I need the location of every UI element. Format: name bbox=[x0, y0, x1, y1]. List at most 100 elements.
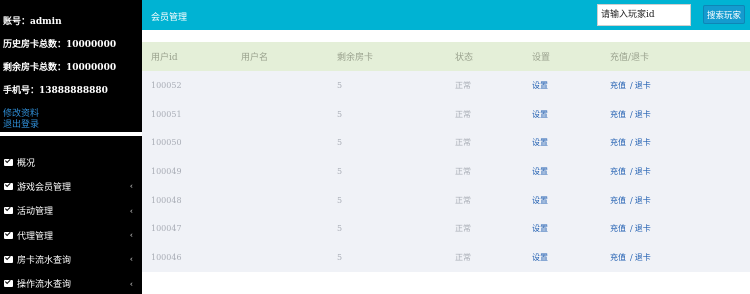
search-player-button[interactable]: 搜索玩家 bbox=[703, 5, 745, 24]
player-id-search-input[interactable] bbox=[597, 4, 691, 26]
recharge-link[interactable]: 充值 bbox=[610, 253, 626, 262]
cell-remaining-cards: 5 bbox=[337, 109, 343, 119]
cell-recharge-refund: 充值 / 退卡 bbox=[610, 100, 750, 129]
table-row: 100047 5 正常 设置 充值 / 退卡 bbox=[142, 214, 750, 243]
refund-link[interactable]: 退卡 bbox=[635, 253, 651, 262]
cell-recharge-refund: 充值 / 退卡 bbox=[610, 214, 750, 243]
sidebar-item[interactable]: 活动管理 ‹ bbox=[0, 199, 142, 223]
table-row: 100051 5 正常 设置 充值 / 退卡 bbox=[142, 100, 750, 129]
envelope-icon bbox=[4, 207, 13, 215]
recharge-link[interactable]: 充值 bbox=[610, 81, 626, 90]
link-separator: / bbox=[630, 109, 633, 119]
link-separator: / bbox=[630, 195, 633, 205]
recharge-link[interactable]: 充值 bbox=[610, 224, 626, 233]
settings-link[interactable]: 设置 bbox=[532, 224, 548, 233]
envelope-icon bbox=[4, 182, 13, 190]
settings-link[interactable]: 设置 bbox=[532, 196, 548, 205]
sidebar-item[interactable]: 操作流水查询 ‹ bbox=[0, 271, 142, 294]
recharge-link[interactable]: 充值 bbox=[610, 196, 626, 205]
account-panel: 账号：admin 历史房卡总数：10000000 剩余房卡总数：10000000… bbox=[0, 0, 142, 131]
remaining-card-total: 剩余房卡总数：10000000 bbox=[3, 63, 117, 73]
table-row: 100048 5 正常 设置 充值 / 退卡 bbox=[142, 186, 750, 215]
table-row: 100052 5 正常 设置 充值 / 退卡 bbox=[142, 71, 750, 100]
member-table: 用户id 用户名 剩余房卡 状态 设置 充值/退卡 100052 5 正常 设置 充值 /… bbox=[142, 42, 750, 272]
link-separator: / bbox=[630, 80, 633, 90]
cell-settings: 设置 bbox=[532, 243, 610, 272]
cell-remaining-cards: 5 bbox=[337, 195, 343, 205]
table-header-row: 用户id 用户名 剩余房卡 状态 设置 充值/退卡 bbox=[142, 42, 750, 71]
account-username: 账号：admin bbox=[3, 17, 62, 27]
cell-user-id: 100050 bbox=[151, 138, 182, 148]
sidebar: 账号：admin 历史房卡总数：10000000 剩余房卡总数：10000000… bbox=[0, 0, 142, 294]
logout-link[interactable]: 退出登录 bbox=[3, 120, 142, 131]
cell-settings: 设置 bbox=[532, 71, 610, 100]
chevron-left-icon: ‹ bbox=[129, 181, 133, 191]
edit-profile-link[interactable]: 修改资料 bbox=[3, 109, 142, 120]
cell-status: 正常 bbox=[455, 109, 471, 119]
recharge-link[interactable]: 充值 bbox=[610, 167, 626, 176]
cell-recharge-refund: 充值 / 退卡 bbox=[610, 128, 750, 157]
envelope-icon bbox=[4, 231, 13, 239]
chevron-left-icon: ‹ bbox=[129, 254, 133, 264]
member-table-container: 用户id 用户名 剩余房卡 状态 设置 充值/退卡 100052 5 正常 设置 充值 /… bbox=[142, 42, 750, 272]
envelope-icon bbox=[4, 255, 13, 263]
cell-recharge-refund: 充值 / 退卡 bbox=[610, 71, 750, 100]
cell-status: 正常 bbox=[455, 252, 471, 262]
chevron-left-icon: ‹ bbox=[129, 230, 133, 240]
cell-user-id: 100049 bbox=[151, 166, 182, 176]
settings-link[interactable]: 设置 bbox=[532, 138, 548, 147]
sidebar-item[interactable]: 概况 bbox=[0, 150, 142, 174]
recharge-link[interactable]: 充值 bbox=[610, 138, 626, 147]
column-header-user-id: 用户id bbox=[151, 53, 178, 63]
cell-user-id: 100052 bbox=[151, 80, 182, 90]
link-separator: / bbox=[630, 166, 633, 176]
refund-link[interactable]: 退卡 bbox=[635, 110, 651, 119]
settings-link[interactable]: 设置 bbox=[532, 167, 548, 176]
column-header-recharge-refund: 充值/退卡 bbox=[610, 53, 650, 63]
cell-username bbox=[241, 71, 337, 100]
sidebar-item-label: 活动管理 bbox=[17, 207, 54, 218]
column-header-status: 状态 bbox=[455, 53, 474, 63]
settings-link[interactable]: 设置 bbox=[532, 253, 548, 262]
refund-link[interactable]: 退卡 bbox=[635, 167, 651, 176]
sidebar-item[interactable]: 房卡流水查询 ‹ bbox=[0, 247, 142, 271]
settings-link[interactable]: 设置 bbox=[532, 110, 548, 119]
sidebar-item[interactable]: 代理管理 ‹ bbox=[0, 223, 142, 247]
table-row: 100049 5 正常 设置 充值 / 退卡 bbox=[142, 157, 750, 186]
cell-user-id: 100048 bbox=[151, 195, 182, 205]
refund-link[interactable]: 退卡 bbox=[635, 224, 651, 233]
cell-recharge-refund: 充值 / 退卡 bbox=[610, 243, 750, 272]
refund-link[interactable]: 退卡 bbox=[635, 196, 651, 205]
envelope-icon bbox=[4, 158, 13, 166]
cell-username bbox=[241, 214, 337, 243]
cell-username bbox=[241, 243, 337, 272]
link-separator: / bbox=[630, 224, 633, 234]
recharge-link[interactable]: 充值 bbox=[610, 110, 626, 119]
refund-link[interactable]: 退卡 bbox=[635, 138, 651, 147]
cell-remaining-cards: 5 bbox=[337, 138, 343, 148]
table-body: 100052 5 正常 设置 充值 / 退卡 100051 5 正常 设置 充值 / 退卡 100050 5 正… bbox=[142, 71, 750, 272]
cell-status: 正常 bbox=[455, 224, 471, 234]
top-bar: 会员管理 搜索玩家 bbox=[142, 0, 750, 30]
cell-status: 正常 bbox=[455, 166, 471, 176]
column-header-username: 用户名 bbox=[241, 53, 269, 63]
cell-recharge-refund: 充值 / 退卡 bbox=[610, 186, 750, 215]
cell-settings: 设置 bbox=[532, 186, 610, 215]
cell-remaining-cards: 5 bbox=[337, 166, 343, 176]
cell-user-id: 100047 bbox=[151, 224, 182, 234]
cell-settings: 设置 bbox=[532, 100, 610, 129]
sidebar-item-label: 代理管理 bbox=[17, 231, 54, 242]
table-row: 100050 5 正常 设置 充值 / 退卡 bbox=[142, 128, 750, 157]
sidebar-item[interactable]: 游戏会员管理 ‹ bbox=[0, 174, 142, 198]
sidebar-menu: 概况游戏会员管理 ‹ 活动管理 ‹ 代理管理 ‹ 房卡流水查询 ‹ 操作流水查询 ‹ bbox=[0, 150, 142, 294]
chevron-left-icon: ‹ bbox=[129, 206, 133, 216]
settings-link[interactable]: 设置 bbox=[532, 81, 548, 90]
cell-username bbox=[241, 128, 337, 157]
cell-settings: 设置 bbox=[532, 157, 610, 186]
sidebar-divider bbox=[0, 132, 142, 136]
sidebar-item-label: 游戏会员管理 bbox=[17, 182, 72, 193]
sidebar-item-label: 房卡流水查询 bbox=[17, 255, 72, 266]
cell-status: 正常 bbox=[455, 138, 471, 148]
refund-link[interactable]: 退卡 bbox=[635, 81, 651, 90]
cell-username bbox=[241, 157, 337, 186]
